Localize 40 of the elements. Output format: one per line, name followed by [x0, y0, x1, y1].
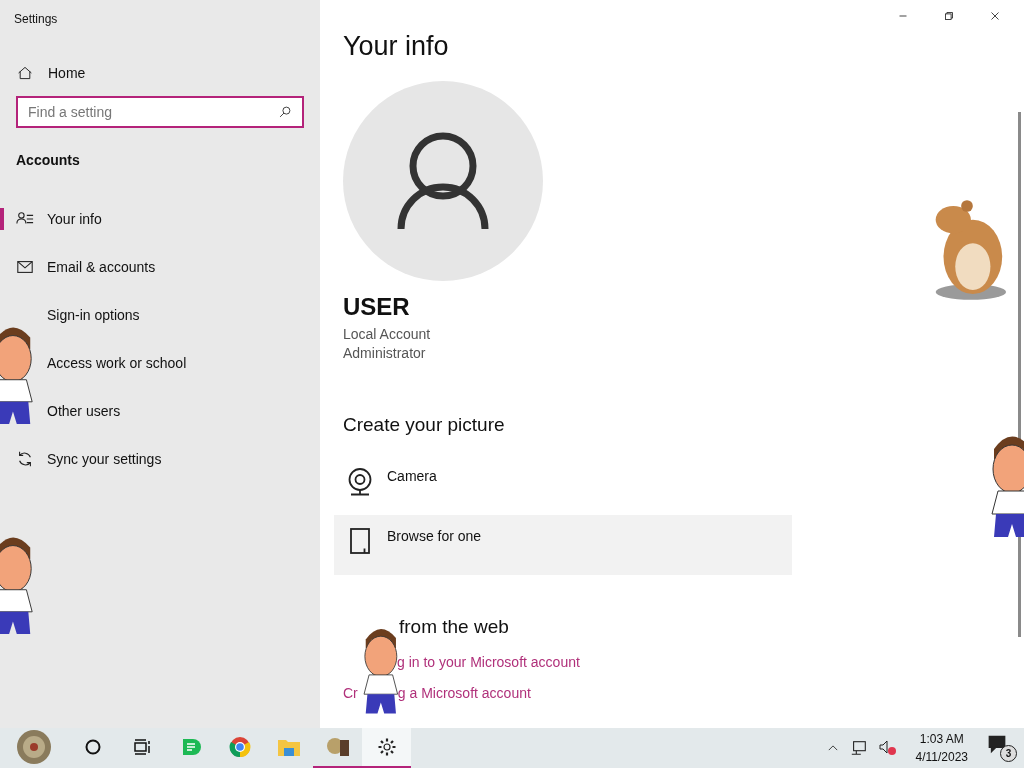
taskbar-button[interactable]: [362, 728, 411, 768]
clock-date: 4/11/2023: [915, 749, 968, 766]
picture-option[interactable]: Camera: [334, 455, 792, 515]
home-icon: [17, 65, 33, 81]
link[interactable]: g in to your Microsoft account: [397, 651, 580, 673]
message-icon: [986, 733, 1008, 755]
network-icon: [849, 739, 868, 757]
nav-item[interactable]: Email & accounts: [34, 243, 320, 291]
section-heading: from the web: [399, 615, 510, 639]
section-title: Accounts: [15, 151, 81, 170]
home-link[interactable]: Home: [0, 50, 320, 96]
muted-speaker-icon: [877, 739, 898, 757]
nav-item[interactable]: Your info: [34, 195, 320, 243]
settings-icon: [376, 737, 397, 757]
restore-icon: [942, 9, 956, 23]
person-icon: [397, 130, 489, 231]
notification-count: 3: [1000, 745, 1017, 762]
nav-item[interactable]: Other users: [34, 387, 320, 435]
search-icon: [278, 105, 292, 119]
nav-item[interactable]: Access work or school: [34, 339, 320, 387]
search-input[interactable]: Find a setting: [28, 101, 278, 123]
link[interactable]: g a Microsoft account: [397, 682, 531, 704]
nav-item[interactable]: Sync your settings: [34, 435, 320, 483]
picture-option[interactable]: Browse for one: [334, 515, 792, 575]
browser-icon: [228, 736, 251, 758]
user-name: USER: [343, 291, 411, 322]
section-heading: Create your picture: [343, 412, 506, 437]
mail-icon: [16, 258, 34, 276]
nav-item[interactable]: Sign-in options: [34, 291, 320, 339]
window-title: Settings: [13, 11, 59, 28]
sync-icon: [16, 450, 34, 468]
clock-time: 1:03 AM: [919, 731, 964, 748]
account-detail: Administrator: [343, 343, 427, 363]
link[interactable]: Cr: [343, 682, 358, 704]
page-title: Your info: [343, 30, 450, 63]
search-field[interactable]: Find a setting: [16, 96, 304, 128]
circle-icon: [83, 738, 102, 756]
task-view-icon: [131, 737, 152, 757]
notification-button[interactable]: 3: [986, 733, 1016, 763]
account-detail: Local Account: [343, 324, 432, 344]
